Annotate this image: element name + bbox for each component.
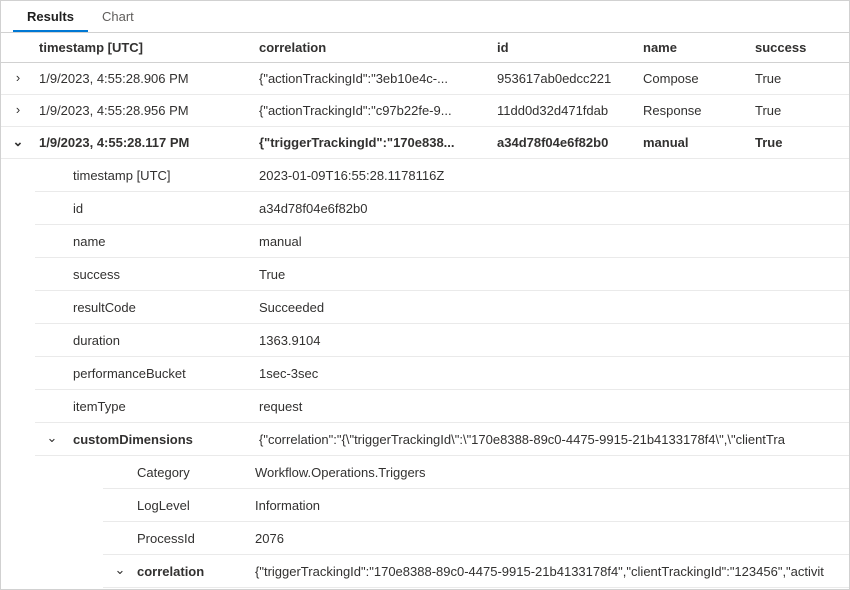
- cell-timestamp: 1/9/2023, 4:55:28.956 PM: [35, 103, 259, 118]
- cell-id: 953617ab0edcc221: [497, 71, 643, 86]
- cell-success: True: [755, 135, 835, 150]
- table-header: timestamp [UTC] correlation id name succ…: [1, 33, 849, 63]
- cd-key-loglevel: LogLevel: [137, 498, 255, 513]
- tab-results[interactable]: Results: [13, 1, 88, 32]
- cell-name: Compose: [643, 71, 755, 86]
- cell-timestamp: 1/9/2023, 4:55:28.117 PM: [35, 135, 259, 150]
- cell-success: True: [755, 71, 835, 86]
- table-row[interactable]: › 1/9/2023, 4:55:28.906 PM {"actionTrack…: [1, 63, 849, 95]
- cell-id: 11dd0d32d471fdab: [497, 103, 643, 118]
- detail-val-id: a34d78f04e6f82b0: [259, 201, 849, 216]
- detail-key-name: name: [69, 234, 259, 249]
- table-row[interactable]: › 1/9/2023, 4:55:28.956 PM {"actionTrack…: [1, 95, 849, 127]
- cell-correlation: {"actionTrackingId":"3eb10e4c-...: [259, 71, 497, 86]
- detail-key-id: id: [69, 201, 259, 216]
- cell-name: manual: [643, 135, 755, 150]
- detail-key-duration: duration: [69, 333, 259, 348]
- clienttrackingid-highlight: "clientTrackingId":"123456": [626, 564, 782, 579]
- cell-timestamp: 1/9/2023, 4:55:28.906 PM: [35, 71, 259, 86]
- detail-val-timestamp: 2023-01-09T16:55:28.1178116Z: [259, 168, 849, 183]
- chevron-down-icon[interactable]: ⌄: [103, 563, 137, 579]
- col-timestamp[interactable]: timestamp [UTC]: [35, 40, 259, 55]
- detail-row-customdimensions[interactable]: ⌄ customDimensions {"correlation":"{\"tr…: [35, 423, 849, 456]
- cd-val-loglevel: Information: [255, 498, 849, 513]
- cd-val-correlation: {"triggerTrackingId":"170e8388-89c0-4475…: [255, 564, 849, 579]
- col-name[interactable]: name: [643, 40, 755, 55]
- cell-name: Response: [643, 103, 755, 118]
- cd-row-correlation[interactable]: ⌄ correlation {"triggerTrackingId":"170e…: [103, 555, 849, 588]
- cd-key-category: Category: [137, 465, 255, 480]
- detail-key-itemtype: itemType: [69, 399, 259, 414]
- detail-val-customdimensions: {"correlation":"{\"triggerTrackingId\":\…: [259, 432, 849, 447]
- detail-key-success: success: [69, 267, 259, 282]
- detail-key-resultcode: resultCode: [69, 300, 259, 315]
- tab-chart[interactable]: Chart: [88, 1, 148, 32]
- tab-bar: Results Chart: [1, 1, 849, 33]
- col-id[interactable]: id: [497, 40, 643, 55]
- chevron-down-icon[interactable]: ⌄: [1, 135, 35, 151]
- cd-val-processid: 2076: [255, 531, 849, 546]
- chevron-right-icon[interactable]: ›: [1, 71, 35, 86]
- table-row-expanded[interactable]: ⌄ 1/9/2023, 4:55:28.117 PM {"triggerTrac…: [1, 127, 849, 159]
- detail-key-customdimensions: customDimensions: [69, 432, 259, 447]
- col-correlation[interactable]: correlation: [259, 40, 497, 55]
- cell-success: True: [755, 103, 835, 118]
- detail-val-itemtype: request: [259, 399, 849, 414]
- detail-key-timestamp: timestamp [UTC]: [69, 168, 259, 183]
- col-success[interactable]: success: [755, 40, 835, 55]
- cd-key-correlation: correlation: [137, 564, 255, 579]
- chevron-right-icon[interactable]: ›: [1, 103, 35, 118]
- detail-val-success: True: [259, 267, 849, 282]
- row-details: timestamp [UTC]2023-01-09T16:55:28.11781…: [1, 159, 849, 588]
- cell-correlation: {"triggerTrackingId":"170e838...: [259, 135, 497, 150]
- cd-key-processid: ProcessId: [137, 531, 255, 546]
- chevron-down-icon[interactable]: ⌄: [35, 431, 69, 447]
- detail-val-duration: 1363.9104: [259, 333, 849, 348]
- detail-val-resultcode: Succeeded: [259, 300, 849, 315]
- cell-id: a34d78f04e6f82b0: [497, 135, 643, 150]
- cd-val-category: Workflow.Operations.Triggers: [255, 465, 849, 480]
- detail-val-name: manual: [259, 234, 849, 249]
- customdimensions-children: CategoryWorkflow.Operations.Triggers Log…: [35, 456, 849, 588]
- detail-val-performancebucket: 1sec-3sec: [259, 366, 849, 381]
- cell-correlation: {"actionTrackingId":"c97b22fe-9...: [259, 103, 497, 118]
- detail-key-performancebucket: performanceBucket: [69, 366, 259, 381]
